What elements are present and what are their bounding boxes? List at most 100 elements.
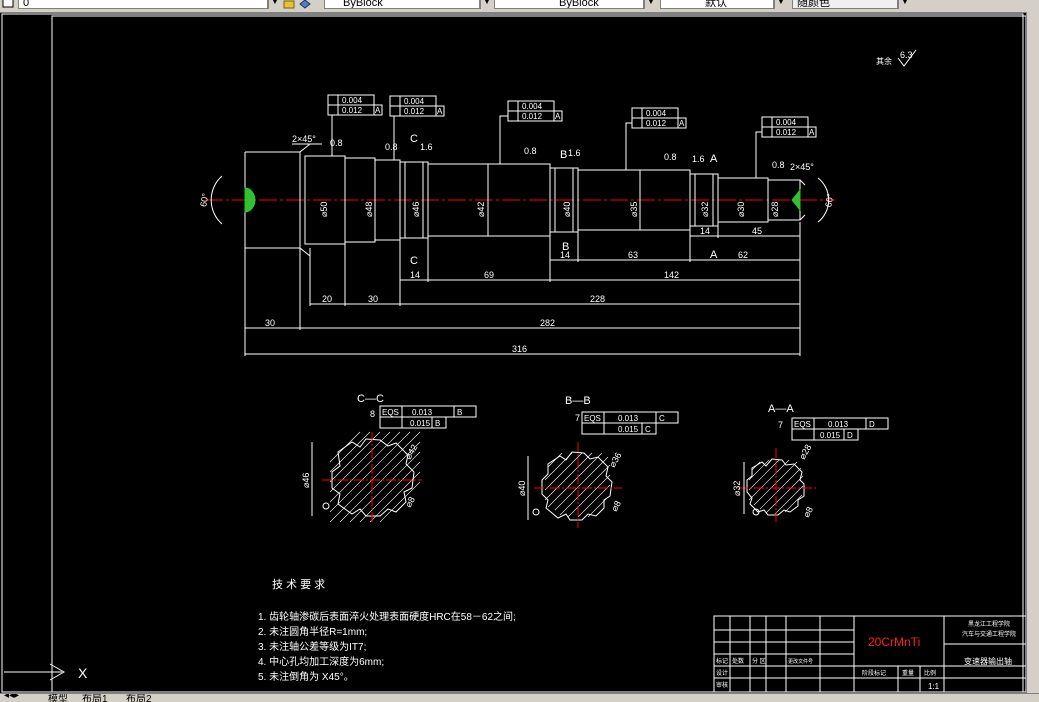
ucs-icon: X bbox=[4, 663, 88, 693]
surface-roughness-note: 其余 6.3 bbox=[876, 49, 917, 67]
tb-label-mark: 标记 bbox=[716, 657, 728, 665]
lineweight-dropdown[interactable]: ByBlock bbox=[494, 0, 644, 9]
section-a-hole: ⌀8 bbox=[801, 505, 815, 519]
rough-2: 0.8 bbox=[385, 142, 398, 152]
fcf-5-runout: 0.012 bbox=[776, 128, 797, 137]
dim-14b: 14 bbox=[560, 250, 570, 260]
fcf-4: 0.004 0.012 A bbox=[625, 107, 687, 170]
dim-282: 282 bbox=[540, 318, 555, 328]
section-c-fcf-sym: EQS bbox=[382, 408, 399, 417]
section-c-fcf2-datum: B bbox=[435, 419, 440, 428]
dia-40: ⌀40 bbox=[562, 202, 572, 217]
layer-dropdown-arrow[interactable]: ▼ bbox=[268, 0, 281, 9]
dim-316: 316 bbox=[512, 344, 527, 354]
fcf-4-flat: 0.004 bbox=[646, 109, 667, 118]
dim-62: 62 bbox=[738, 250, 748, 260]
section-a-fcf1: 0.013 bbox=[828, 420, 849, 429]
make-layer-current-icon[interactable] bbox=[283, 0, 295, 9]
tb-label-review: 审核 bbox=[716, 681, 728, 689]
plotstyle-dropdown[interactable]: 默认 bbox=[660, 0, 774, 9]
fcf-2-flat: 0.004 bbox=[404, 97, 425, 106]
fcf-1-datum: A bbox=[375, 106, 381, 115]
section-c-keywidth: 8 bbox=[370, 409, 375, 419]
section-b-hole: ⌀8 bbox=[609, 499, 623, 513]
dia-30: ⌀30 bbox=[736, 202, 746, 217]
section-b-fcf-sym: EQS bbox=[584, 414, 601, 423]
rough-7: 1.6 bbox=[692, 154, 705, 164]
section-b-fcf1-datum: C bbox=[659, 414, 665, 423]
layer-value: 0 bbox=[23, 0, 30, 9]
dim-20: 20 bbox=[322, 294, 332, 304]
color-dropdown[interactable]: 随颜色 bbox=[792, 0, 898, 9]
fcf-1-runout: 0.012 bbox=[342, 106, 363, 115]
cross-section-b: B—B 7 EQS 0.013 C 0.015 C ⌀40 ⌀36 ⌀8 bbox=[517, 395, 679, 528]
lineweight-value: ByBlock bbox=[559, 0, 599, 9]
length-dimensions: 14 45 14 63 62 14 69 142 20 30 228 30 28… bbox=[244, 222, 801, 356]
fcf-4-runout: 0.012 bbox=[646, 119, 667, 128]
tech-req-4: 4. 中心孔均加工深度为6mm; bbox=[258, 655, 384, 668]
dim-45: 45 bbox=[752, 226, 762, 236]
tb-label-docno: 更改文件号 bbox=[788, 658, 813, 665]
tech-req-3: 3. 未注轴公差等级为IT7; bbox=[258, 640, 366, 653]
drawing-canvas[interactable]: 其余 6.3 60° 60° 2×45° 2×45° ⌀50 ⌀48 ⌀46 ⌀… bbox=[0, 12, 1026, 693]
title-dept: 汽车与交通工程学院 bbox=[962, 630, 1016, 638]
lineweight-dropdown-arrow[interactable]: ▼ bbox=[644, 0, 657, 9]
fcf-3-datum: A bbox=[555, 112, 561, 121]
section-b-fcf1: 0.013 bbox=[618, 414, 639, 423]
section-b-fcf2-datum: C bbox=[645, 425, 651, 434]
title-scale: 1:1 bbox=[928, 682, 940, 691]
fcf-group: 0.004 0.012 A 0.004 0.012 A 0.004 0.012 … bbox=[327, 94, 817, 178]
section-label-a-bottom: A bbox=[710, 249, 718, 261]
fcf-5-datum: A bbox=[809, 128, 815, 137]
angle-left-label: 60° bbox=[198, 192, 210, 208]
dim-69: 69 bbox=[484, 270, 494, 280]
color-dropdown-arrow[interactable]: ▼ bbox=[898, 0, 911, 9]
layer-previous-icon[interactable] bbox=[299, 0, 311, 9]
dia-48: ⌀48 bbox=[364, 202, 374, 217]
section-label-c-bottom: C bbox=[410, 255, 418, 267]
tab-nav-icon[interactable]: ◂◂▸ bbox=[4, 694, 19, 701]
dia-46: ⌀46 bbox=[411, 202, 421, 217]
rough-1: 0.8 bbox=[330, 138, 343, 148]
section-c-fcf2: 0.015 bbox=[410, 419, 431, 428]
fcf-3-flat: 0.004 bbox=[522, 102, 543, 111]
section-label-c-top: C bbox=[410, 133, 418, 145]
cross-section-c: C—C 8 EQS 0.013 B 0.015 B ⌀46 ⌀42 ⌀8 bbox=[301, 393, 477, 524]
rough-8: 0.8 bbox=[772, 160, 785, 170]
section-label-b-top: B bbox=[560, 149, 567, 161]
chamfer-right-label: 2×45° bbox=[790, 162, 814, 172]
section-a-outer: ⌀32 bbox=[732, 481, 742, 496]
section-c-title: C—C bbox=[357, 393, 384, 405]
fcf-4-datum: A bbox=[679, 119, 685, 128]
tech-req-1: 1. 齿轮轴渗碳后表面淬火处理表面硬度HRC在58－62之间; bbox=[258, 610, 516, 623]
rough-6: 0.8 bbox=[664, 152, 677, 162]
rough-4: 0.8 bbox=[524, 146, 537, 156]
title-block: 20CrMnTi 黑龙江工程学院 汽车与交通工程学院 变速器输出轴 1:1 标记… bbox=[713, 615, 1026, 693]
section-a-fcf2: 0.015 bbox=[820, 431, 841, 440]
linetype-dropdown[interactable]: ByBlock bbox=[324, 0, 480, 9]
layer-dropdown[interactable]: 0 bbox=[18, 0, 268, 9]
vertical-scrollbar[interactable] bbox=[1026, 12, 1039, 694]
dia-50: ⌀50 bbox=[319, 202, 329, 217]
fcf-2-runout: 0.012 bbox=[404, 107, 425, 116]
chamfer-left-label: 2×45° bbox=[292, 134, 316, 144]
tech-title: 技 术 要 求 bbox=[272, 578, 325, 591]
ucs-x-label: X bbox=[78, 665, 88, 681]
section-b-outer: ⌀40 bbox=[517, 481, 527, 496]
technical-requirements: 技 术 要 求 1. 齿轮轴渗碳后表面淬火处理表面硬度HRC在58－62之间; … bbox=[258, 578, 516, 683]
linetype-dropdown-arrow[interactable]: ▼ bbox=[480, 0, 493, 9]
section-a-fcf1-datum: D bbox=[869, 420, 875, 429]
dim-30b: 30 bbox=[265, 318, 275, 328]
roughness-value: 6.3 bbox=[900, 50, 913, 60]
dim-30a: 30 bbox=[368, 294, 378, 304]
plotstyle-value: 默认 bbox=[705, 0, 727, 9]
section-a-fcf-sym: EQS bbox=[794, 420, 811, 429]
title-part-name: 变速器输出轴 bbox=[964, 656, 1012, 666]
section-b-inner: ⌀36 bbox=[607, 451, 623, 469]
section-a-inner: ⌀28 bbox=[797, 443, 813, 461]
layer-state-icon[interactable] bbox=[2, 0, 14, 9]
plotstyle-dropdown-arrow[interactable]: ▼ bbox=[774, 0, 787, 9]
dim-228: 228 bbox=[590, 294, 605, 304]
tb-label-stage: 阶段标记 bbox=[862, 669, 886, 677]
fcf-1-flat: 0.004 bbox=[342, 96, 363, 105]
